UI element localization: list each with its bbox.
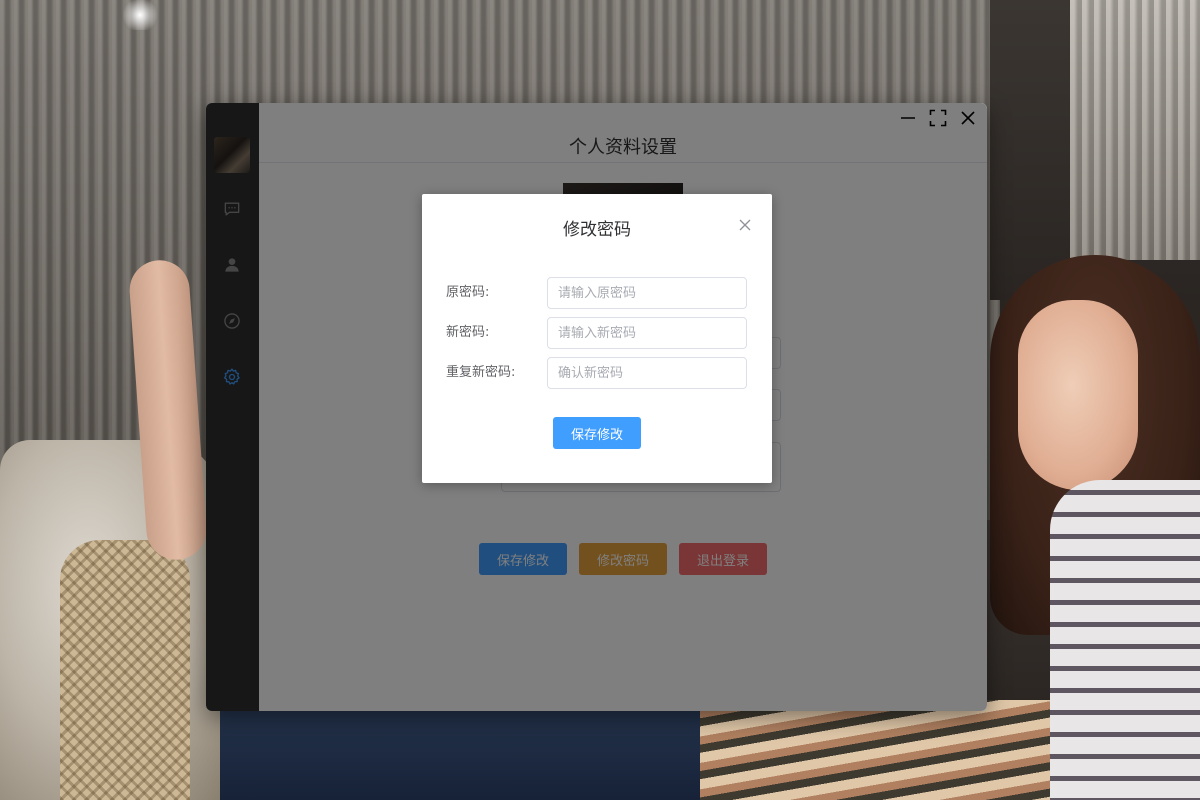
confirm-password-label: 重复新密码: [446, 365, 516, 380]
dialog-close-button[interactable] [738, 217, 752, 231]
new-password-label: 新密码: [446, 325, 490, 340]
new-password-row: 新密码: [446, 317, 747, 349]
dialog-title: 修改密码 [563, 220, 631, 240]
wallpaper-person-shirt [1050, 480, 1200, 800]
wallpaper-net-bag [60, 540, 190, 800]
wallpaper-person-face [1018, 300, 1138, 490]
save-password-button[interactable]: 保存修改 [553, 417, 641, 449]
wallpaper-rug [700, 700, 1060, 800]
new-password-input[interactable] [547, 317, 747, 349]
wallpaper-light [120, 0, 160, 30]
change-password-dialog: 修改密码 原密码: 新密码: 重复新密码: 保存修改 [422, 194, 772, 483]
old-password-label: 原密码: [446, 285, 490, 300]
confirm-password-input[interactable] [547, 357, 747, 389]
wallpaper-curtain-right [1070, 0, 1200, 260]
old-password-input[interactable] [547, 277, 747, 309]
wallpaper-jeans [220, 710, 700, 800]
old-password-row: 原密码: [446, 277, 747, 309]
close-icon [738, 217, 752, 236]
confirm-password-row: 重复新密码: [446, 357, 747, 389]
